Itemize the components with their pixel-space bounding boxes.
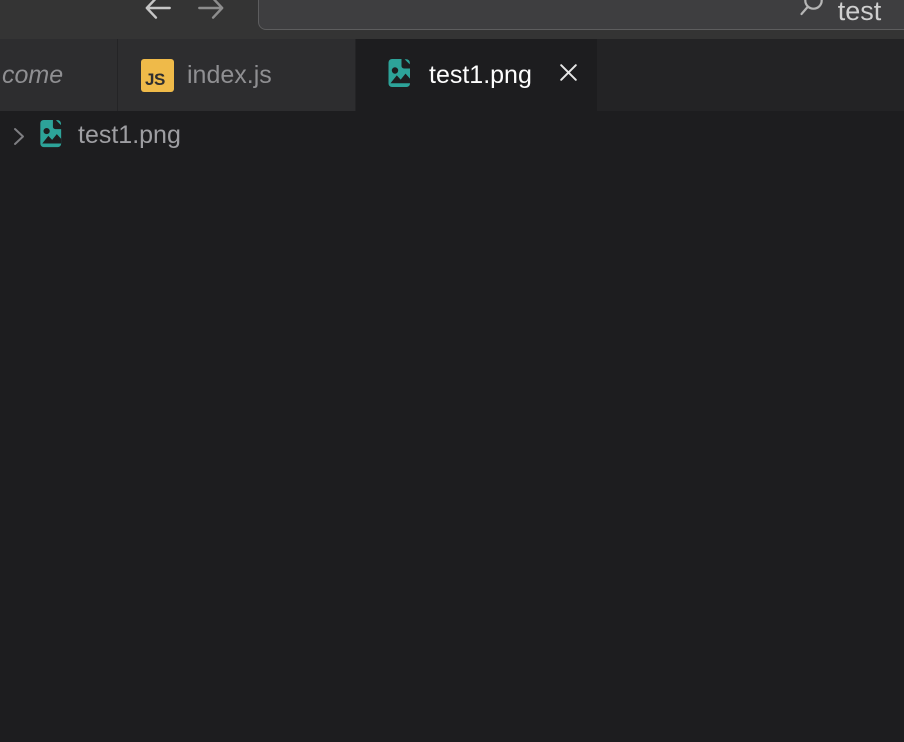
breadcrumb-item-file[interactable]: test1.png [35,118,181,154]
breadcrumb: test1.png [0,111,904,160]
command-center-content: test [799,0,882,25]
command-center-label: test [838,0,882,25]
tab-bar-empty-space [597,39,904,111]
tab-test1-png-label: test1.png [429,61,532,90]
js-file-icon: JS [141,59,174,92]
search-icon [799,0,825,23]
tab-welcome[interactable]: come [0,39,118,111]
arrow-left-icon [141,0,175,30]
js-file-icon-text: JS [145,71,165,88]
command-center-search-box[interactable]: test [258,0,904,30]
vscode-window: test come JS index.js test1.png [0,0,904,742]
editor-content-area[interactable] [0,160,904,742]
tab-welcome-label: come [2,61,63,90]
tab-test1-png[interactable]: test1.png [356,39,597,111]
breadcrumb-file-label: test1.png [78,121,181,150]
tab-index-js[interactable]: JS index.js [118,39,356,111]
close-icon [557,61,580,89]
navigate-forward-button[interactable] [194,0,228,27]
editor-tab-bar: come JS index.js test1.png [0,39,904,111]
arrow-right-icon [194,0,228,30]
chevron-right-icon [8,125,30,147]
title-bar: test [0,0,904,39]
image-file-icon [383,57,415,94]
navigate-back-button[interactable] [141,0,175,27]
image-file-icon [35,118,66,154]
close-tab-button[interactable] [556,63,580,87]
tab-index-js-label: index.js [187,61,272,90]
